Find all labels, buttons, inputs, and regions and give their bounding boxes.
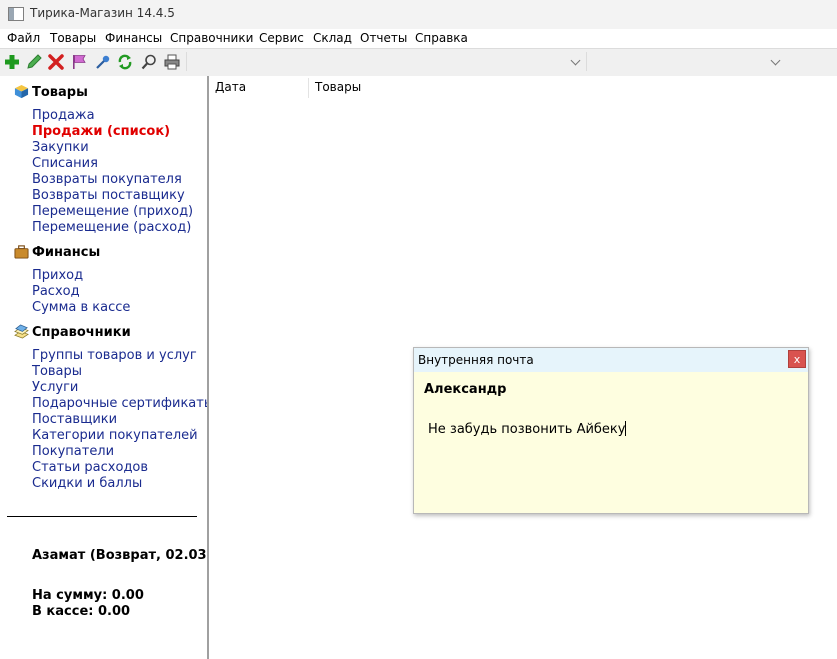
- menu-reports[interactable]: Отчеты: [360, 31, 407, 45]
- cube-icon: [14, 84, 29, 99]
- sidebar-item-income[interactable]: Приход: [32, 268, 83, 283]
- menu-warehouse[interactable]: Склад: [313, 31, 352, 45]
- books-icon: [14, 324, 29, 339]
- menu-goods[interactable]: Товары: [50, 31, 96, 45]
- toolbar: [0, 48, 837, 77]
- message-body: Не забудь позвонить Айбеку: [428, 422, 626, 437]
- app-icon: [8, 7, 24, 21]
- sidebar-item-writeoffs[interactable]: Списания: [32, 156, 98, 171]
- sidebar-item-expense-items[interactable]: Статьи расходов: [32, 460, 148, 475]
- sidebar-item-purchases[interactable]: Закупки: [32, 140, 89, 155]
- section-goods: Товары: [14, 84, 88, 100]
- section-directories: Справочники: [14, 324, 131, 340]
- sidebar-item-customer-returns[interactable]: Возвраты покупателя: [32, 172, 182, 187]
- sidebar-item-sale[interactable]: Продажа: [32, 108, 95, 123]
- chevron-down-icon: [570, 55, 581, 66]
- current-customer-info: Азамат (Возврат, 02.03.2: [32, 548, 209, 563]
- menu-directories[interactable]: Справочники: [170, 31, 253, 45]
- edit-icon[interactable]: [25, 53, 43, 71]
- sidebar-item-cash-sum[interactable]: Сумма в кассе: [32, 300, 130, 315]
- sidebar-divider: [7, 516, 197, 517]
- sidebar-item-product-groups[interactable]: Группы товаров и услуг: [32, 348, 197, 363]
- popup-title: Внутренняя почта: [418, 353, 534, 367]
- menu-help[interactable]: Справка: [415, 31, 468, 45]
- column-separator[interactable]: [308, 78, 309, 98]
- menu-bar: Файл Товары Финансы Справочники Сервис С…: [0, 29, 837, 48]
- column-header-date[interactable]: Дата: [215, 80, 246, 94]
- sidebar-item-expense[interactable]: Расход: [32, 284, 80, 299]
- filter-combo-1[interactable]: [186, 52, 585, 71]
- sidebar-item-services[interactable]: Услуги: [32, 380, 78, 395]
- sidebar-item-sales-list[interactable]: Продажи (список): [32, 124, 170, 139]
- popup-header[interactable]: Внутренняя почта x: [414, 348, 808, 372]
- menu-service[interactable]: Сервис: [259, 31, 304, 45]
- section-goods-title: Товары: [32, 85, 88, 100]
- search-icon[interactable]: [140, 53, 158, 71]
- sidebar-item-gift-certificates[interactable]: Подарочные сертификаты: [32, 396, 207, 411]
- briefcase-icon: [14, 245, 29, 259]
- message-sender: Александр: [424, 382, 507, 397]
- title-bar: Тирика-Магазин 14.4.5: [0, 0, 837, 29]
- print-icon[interactable]: [163, 53, 181, 71]
- sidebar-item-customer-categories[interactable]: Категории покупателей: [32, 428, 198, 443]
- sidebar-item-transfer-out[interactable]: Перемещение (расход): [32, 220, 191, 235]
- section-finance: Финансы: [14, 244, 100, 260]
- sidebar-item-discounts-points[interactable]: Скидки и баллы: [32, 476, 142, 491]
- text-caret: [625, 421, 627, 436]
- add-icon[interactable]: [3, 53, 21, 71]
- section-directories-title: Справочники: [32, 325, 131, 340]
- sidebar-item-customers[interactable]: Покупатели: [32, 444, 114, 459]
- sidebar-item-supplier-returns[interactable]: Возвраты поставщику: [32, 188, 185, 203]
- sidebar-item-suppliers[interactable]: Поставщики: [32, 412, 117, 427]
- sidebar: Товары Продажа Продажи (список) Закупки …: [0, 76, 209, 659]
- sidebar-item-products[interactable]: Товары: [32, 364, 82, 379]
- section-finance-title: Финансы: [32, 245, 101, 260]
- flag-icon[interactable]: [70, 53, 88, 71]
- sum-info: На сумму: 0.00: [32, 588, 144, 603]
- cash-info: В кассе: 0.00: [32, 604, 131, 619]
- close-button[interactable]: x: [788, 350, 806, 368]
- menu-file[interactable]: Файл: [7, 31, 40, 45]
- chevron-down-icon: [770, 55, 781, 66]
- menu-finance[interactable]: Финансы: [105, 31, 162, 45]
- message-text[interactable]: Не забудь позвонить Айбеку: [428, 421, 627, 437]
- internal-mail-popup: Внутренняя почта x Александр Не забудь п…: [413, 347, 809, 514]
- delete-icon[interactable]: [47, 53, 65, 71]
- filter-combo-2[interactable]: [586, 52, 785, 71]
- sidebar-item-transfer-in[interactable]: Перемещение (приход): [32, 204, 193, 219]
- window-title: Тирика-Магазин 14.4.5: [30, 6, 175, 20]
- pin-icon[interactable]: [94, 53, 112, 71]
- refresh-icon[interactable]: [116, 53, 134, 71]
- column-header-goods[interactable]: Товары: [315, 80, 361, 94]
